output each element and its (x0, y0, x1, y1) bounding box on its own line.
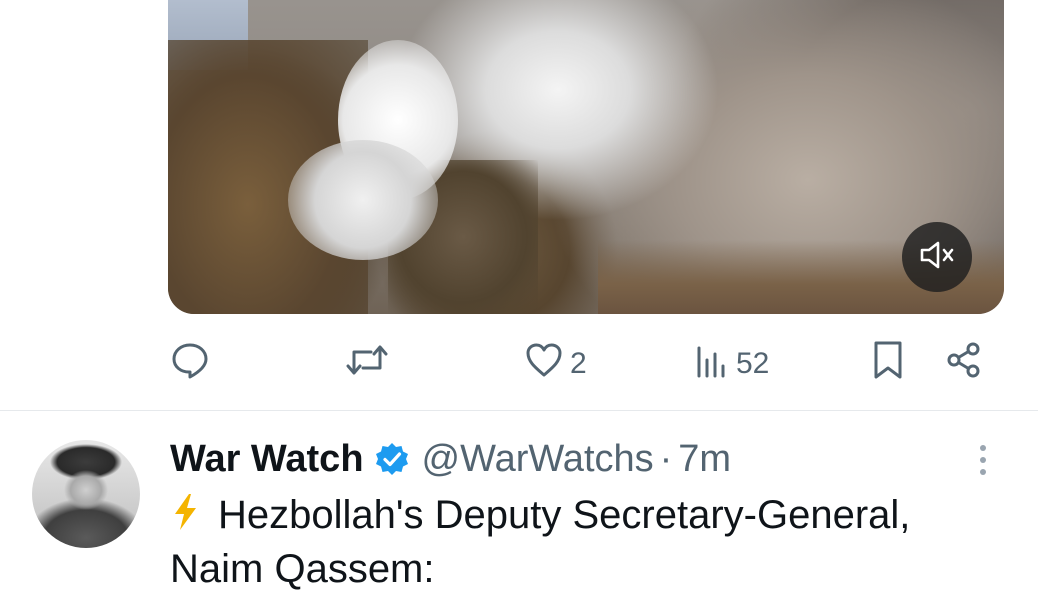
heart-icon (524, 340, 564, 388)
post-video[interactable] (168, 0, 1004, 314)
views-count: 52 (736, 347, 770, 380)
like-button[interactable]: 2 (524, 336, 587, 392)
like-count: 2 (570, 347, 587, 380)
post-divider (0, 410, 1038, 411)
share-button[interactable] (944, 336, 984, 392)
views-chart-icon (694, 340, 730, 388)
post-text-line-1: Hezbollah's Deputy Secretary-General, (170, 490, 1010, 544)
author-name[interactable]: War Watch (170, 438, 364, 481)
mute-button[interactable] (902, 222, 972, 292)
video-smoke-lower (288, 140, 438, 260)
lightning-icon (170, 492, 200, 544)
bookmark-button[interactable] (870, 336, 906, 392)
retweet-icon (344, 340, 390, 388)
retweet-button[interactable] (344, 336, 396, 392)
more-options-icon (980, 445, 986, 451)
volume-mute-icon (919, 240, 955, 275)
reply-icon (170, 340, 210, 388)
post-text-line-2: Naim Qassem: (170, 547, 435, 591)
separator-dot: · (659, 437, 673, 480)
views-button[interactable]: 52 (694, 336, 769, 392)
post-time[interactable]: 7m (678, 438, 731, 481)
bookmark-icon (870, 339, 906, 389)
share-icon (944, 340, 984, 388)
post-header: War Watch @WarWatchs · 7m (170, 434, 731, 484)
avatar[interactable] (32, 440, 140, 548)
more-options-button[interactable] (968, 440, 998, 480)
reply-button[interactable] (170, 336, 216, 392)
post-text: Hezbollah's Deputy Secretary-General, Na… (170, 490, 1010, 594)
verified-badge-icon (374, 441, 410, 477)
author-handle[interactable]: @WarWatchs (422, 438, 654, 481)
post-action-bar: 2 52 (168, 336, 1004, 392)
